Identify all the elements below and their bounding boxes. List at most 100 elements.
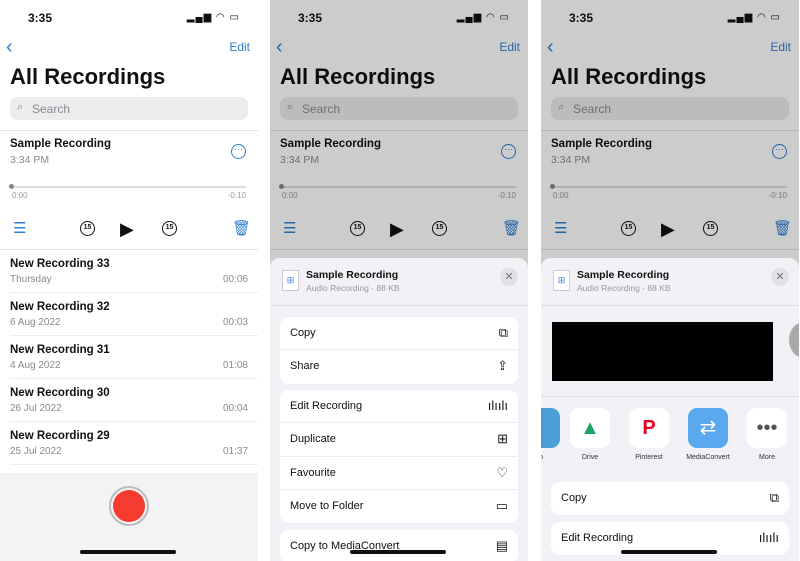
playback-scrubber[interactable] [10, 186, 246, 188]
menu-item-edit-recording[interactable]: Edit Recording ılıılı [280, 390, 518, 424]
share-icon: ⇪ [497, 358, 508, 374]
search-icon: ⌕ [17, 101, 24, 113]
sheet-title: Sample Recording [577, 269, 670, 281]
page-title: All Recordings [10, 64, 166, 89]
current-recording-title[interactable]: Sample Recording [10, 138, 111, 150]
divider [270, 305, 528, 306]
recording-length: 00:04 [222, 403, 248, 414]
action-group: Copy ⧉ Share ⇪ [280, 317, 518, 384]
menu-item-label: Copy [290, 327, 316, 339]
share-sheet: ⊞ Sample Recording Audio Recording · 88 … [541, 258, 799, 561]
close-button[interactable]: ✕ [500, 268, 518, 286]
menu-item-copy[interactable]: Copy ⧉ [280, 317, 518, 351]
home-indicator[interactable] [621, 550, 717, 554]
share-app-label: MediaConvert [686, 454, 730, 461]
recording-date: 26 Jul 2022 [10, 403, 62, 414]
voice-memos-actions-screen: 3:35 ▂▄▆ ◠ ▭ ‹ Edit All Recordings ⌕ Sear… [270, 0, 528, 561]
recording-list-item[interactable]: New Recording 32 6 Aug 2022 00:03 [0, 293, 258, 336]
recording-date: 4 Aug 2022 [10, 360, 61, 371]
search-placeholder: Search [32, 102, 71, 116]
recording-date: Thursday [10, 274, 52, 285]
menu-item-label: Duplicate [290, 433, 336, 446]
recording-list-item[interactable]: New Recording 29 25 Jul 2022 01:37 [0, 422, 258, 465]
redacted-contacts [552, 322, 773, 381]
trash-icon[interactable]: 🗑 [232, 219, 251, 237]
divider [541, 305, 799, 306]
voice-memos-screen: 3:35 ▂▄▆ ◠ ▭ ‹ Edit All Recordings ⌕ Sear… [0, 0, 258, 561]
waveform-icon: ılıılı [758, 530, 779, 545]
copy-icon: ⧉ [498, 325, 508, 340]
more-options-icon[interactable]: ··· [231, 144, 246, 159]
recording-name: New Recording 32 [10, 301, 110, 313]
search-input[interactable]: ⌕ Search [10, 97, 248, 120]
recording-name: New Recording 31 [10, 344, 110, 356]
menu-item-label: Share [290, 360, 320, 373]
skip-forward-15-icon[interactable]: 15 [162, 221, 177, 236]
current-recording-time: 3:34 PM [10, 154, 50, 166]
menu-item-label: Edit Recording [561, 532, 634, 544]
menu-item-duplicate[interactable]: Duplicate ⊞ [280, 423, 518, 457]
voice-memos-share-screen: 3:35 ▂▄▆ ◠ ▭ ‹ Edit All Recordings ⌕ Sear… [541, 0, 799, 561]
recording-name: New Recording 33 [10, 258, 110, 270]
recording-name: New Recording 29 [10, 430, 110, 442]
record-icon [113, 490, 145, 522]
action-group: Copy to MediaConvert ▤ [280, 530, 518, 561]
menu-item-label: Move to Folder [290, 499, 364, 512]
partial-app-icon[interactable] [541, 408, 560, 448]
skip-back-15-icon[interactable]: 15 [80, 221, 95, 236]
audio-file-icon: ⊞ [553, 270, 570, 291]
divider [541, 396, 799, 397]
folder-icon: ▭ [495, 497, 508, 513]
home-indicator[interactable] [80, 550, 176, 554]
remaining-time: -0:10 [227, 191, 246, 200]
action-group: Copy ⧉ [551, 482, 789, 516]
mediaconvert-icon[interactable]: ⇄ [688, 408, 728, 448]
sheet-subtitle: Audio Recording · 88 KB [306, 283, 400, 293]
share-app-label: Pinterest [635, 454, 663, 461]
recording-length: 00:06 [222, 274, 248, 285]
waveform-icon: ılıılı [487, 398, 508, 413]
menu-item-copy[interactable]: Copy ⧉ [551, 482, 789, 515]
copy-icon: ⧉ [769, 490, 779, 505]
options-sliders-icon[interactable]: ☰ [13, 219, 26, 237]
recording-date: 25 Jul 2022 [10, 446, 62, 457]
menu-item-label: Favourite [290, 466, 336, 479]
pinterest-icon[interactable]: P [629, 408, 669, 448]
play-icon[interactable]: ▶ [120, 219, 134, 240]
recording-length: 01:37 [222, 446, 248, 457]
divider [0, 130, 258, 131]
recording-name: New Recording 30 [10, 387, 110, 399]
audio-file-icon: ⊞ [282, 270, 299, 291]
mediaconvert-icon: ▤ [495, 538, 508, 553]
recording-list-item[interactable]: New Recording 30 26 Jul 2022 00:04 [0, 379, 258, 422]
heart-icon: ♡ [496, 464, 508, 480]
recording-length: 01:08 [222, 360, 248, 371]
menu-item-copy-to-mediaconvert[interactable]: Copy to MediaConvert ▤ [280, 530, 518, 561]
share-app-label: More [759, 454, 775, 461]
menu-item-favourite[interactable]: Favourite ♡ [280, 457, 518, 490]
status-icons: ▂▄▆ ◠ ▭ [186, 12, 240, 23]
google-drive-icon[interactable]: ▲ [570, 408, 610, 448]
share-app-label: Drive [581, 454, 599, 461]
duplicate-icon: ⊞ [497, 431, 508, 447]
scrubber-knob[interactable] [9, 184, 14, 189]
home-indicator[interactable] [350, 550, 446, 554]
contact-avatar[interactable] [789, 322, 799, 358]
close-button[interactable]: ✕ [771, 268, 789, 286]
recording-length: 00:03 [222, 317, 248, 328]
action-group: Edit Recording ılıılı Duplicate ⊞ Favourite ♡… [280, 390, 518, 524]
menu-item-label: Copy [561, 492, 587, 504]
menu-item-share[interactable]: Share ⇪ [280, 350, 518, 383]
recording-date: 6 Aug 2022 [10, 317, 61, 328]
sheet-title: Sample Recording [306, 269, 399, 281]
status-time: 3:35 [28, 11, 53, 25]
recording-list-item[interactable]: New Recording 33 Thursday 00:06 [0, 250, 258, 293]
back-chevron-icon[interactable]: ‹ [6, 36, 13, 59]
menu-item-move-to-folder[interactable]: Move to Folder ▭ [280, 490, 518, 523]
record-button[interactable] [109, 486, 149, 526]
more-icon[interactable]: ••• [747, 408, 787, 448]
recording-list-item[interactable]: New Recording 31 4 Aug 2022 01:08 [0, 336, 258, 379]
edit-button[interactable]: Edit [229, 40, 250, 54]
menu-item-label: Edit Recording [290, 400, 363, 412]
sheet-subtitle: Audio Recording · 88 KB [577, 283, 671, 293]
